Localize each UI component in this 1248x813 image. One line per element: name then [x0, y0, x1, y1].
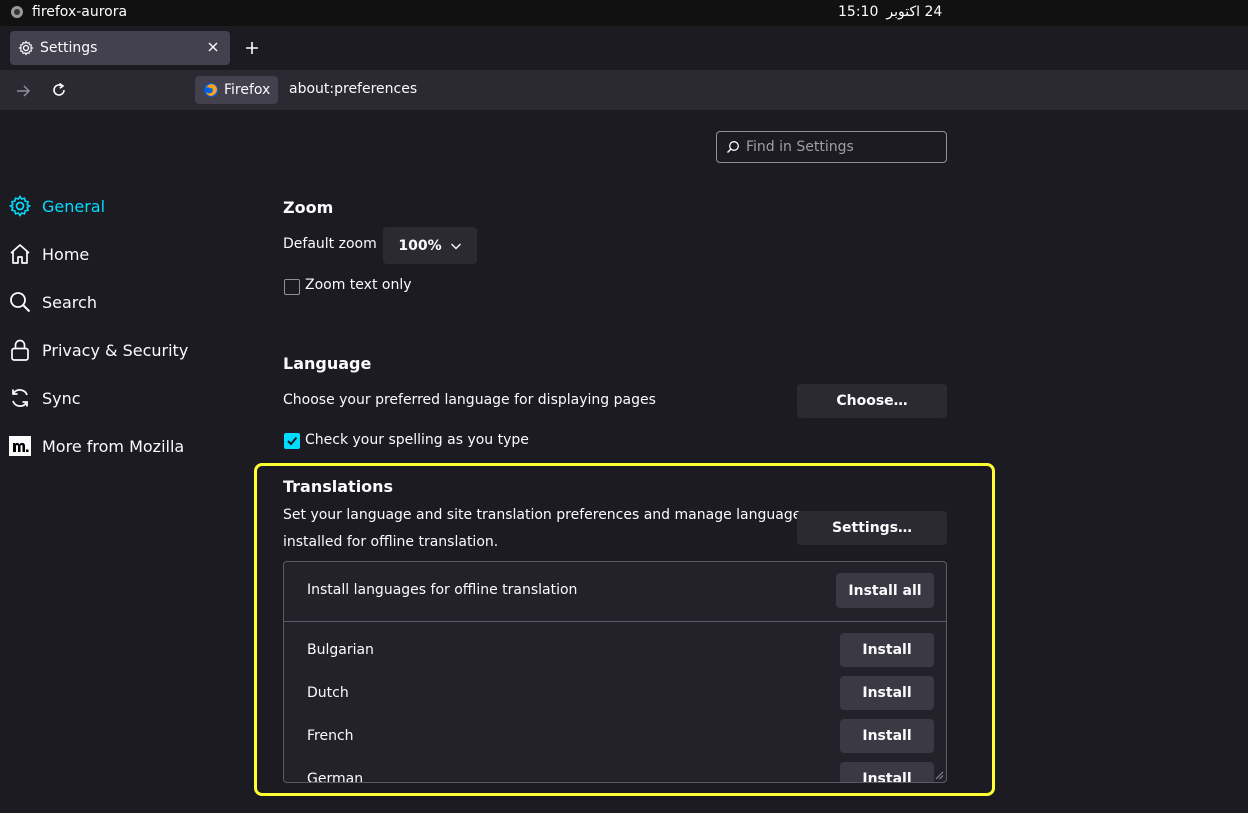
clock[interactable]: 15:10 24 اكتوبر — [838, 4, 942, 20]
language-name: German — [307, 771, 364, 783]
navigation-bar: Firefox about:preferences — [0, 70, 1248, 110]
translations-settings-button[interactable]: Settings… — [797, 511, 947, 545]
language-name: Bulgarian — [307, 642, 374, 658]
home-icon — [10, 244, 30, 264]
system-top-bar: firefox-aurora 15:10 24 اكتوبر — [0, 0, 1248, 26]
choose-language-button[interactable]: Choose… — [797, 384, 947, 418]
translations-description-line2: installed for offline translation. — [283, 534, 499, 550]
identity-box[interactable]: Firefox — [195, 76, 279, 104]
sidebar-item-sync[interactable]: Sync — [8, 383, 81, 413]
tab-title: Settings — [40, 40, 98, 56]
gear-icon — [18, 40, 34, 56]
install-french-button[interactable]: Install — [840, 719, 934, 753]
list-item: German Install — [284, 761, 946, 783]
sync-icon — [12, 389, 28, 407]
chevron-down-icon — [450, 243, 461, 249]
spell-check-checkbox[interactable] — [284, 433, 300, 449]
install-languages-label: Install languages for offline translatio… — [307, 582, 578, 598]
list-item: Dutch Install — [284, 675, 946, 718]
default-zoom-value: 100% — [398, 237, 442, 254]
sidebar-item-label: Sync — [42, 388, 81, 408]
search-icon — [10, 292, 31, 313]
list-item: French Install — [284, 718, 946, 761]
app-name: firefox-aurora — [32, 4, 128, 20]
sidebar-item-label: Home — [42, 244, 90, 264]
install-all-row: Install languages for offline translatio… — [284, 562, 946, 622]
sidebar-item-label: More from Mozilla — [42, 436, 185, 456]
sidebar-item-search[interactable]: Search — [8, 287, 97, 317]
resize-handle-icon[interactable] — [935, 771, 944, 780]
language-name: Dutch — [307, 685, 349, 701]
zoom-text-only-checkbox[interactable] — [284, 279, 300, 295]
sidebar-item-privacy-security[interactable]: Privacy & Security — [8, 335, 188, 365]
language-name: French — [307, 728, 354, 744]
tab-strip: Settings — [0, 26, 1248, 70]
sidebar-item-label: Search — [42, 292, 97, 312]
new-tab-icon[interactable] — [243, 39, 261, 57]
default-zoom-label: Default zoom — [283, 236, 377, 252]
offline-languages-panel: Install languages for offline translatio… — [283, 561, 947, 783]
translations-description-line1: Set your language and site translation p… — [283, 507, 809, 523]
install-german-button[interactable]: Install — [840, 762, 934, 782]
search-icon — [727, 141, 739, 153]
sidebar-item-more-from-mozilla[interactable]: More from Mozilla — [8, 431, 184, 461]
find-in-settings-input[interactable]: Find in Settings — [716, 131, 947, 163]
zoom-text-only-label: Zoom text only — [305, 277, 412, 293]
clock-time: 15:10 — [838, 4, 879, 20]
firefox-aurora-icon — [11, 6, 23, 18]
list-item: Bulgarian Install — [284, 632, 946, 675]
url-bar[interactable]: about:preferences — [289, 81, 417, 97]
gear-icon — [8, 195, 32, 217]
install-dutch-button[interactable]: Install — [840, 676, 934, 710]
sidebar-item-label: General — [42, 196, 106, 216]
spell-check-label: Check your spelling as you type — [305, 432, 529, 448]
sidebar-item-general[interactable]: General — [8, 191, 105, 221]
sidebar-item-label: Privacy & Security — [42, 340, 189, 360]
sidebar-item-home[interactable]: Home — [8, 239, 89, 269]
firefox-logo-icon — [204, 83, 218, 97]
tab-settings[interactable]: Settings — [10, 31, 230, 65]
install-bulgarian-button[interactable]: Install — [840, 633, 934, 667]
app-indicator[interactable]: firefox-aurora — [10, 4, 127, 20]
forward-icon[interactable] — [14, 82, 32, 100]
identity-label: Firefox — [224, 82, 271, 98]
reload-icon[interactable] — [50, 81, 68, 99]
language-heading: Language — [283, 354, 372, 373]
zoom-heading: Zoom — [283, 198, 334, 217]
clock-date: 24 اكتوبر — [886, 4, 943, 20]
default-zoom-select[interactable]: 100% — [383, 227, 477, 264]
checkmark-icon — [287, 436, 298, 446]
lock-icon — [11, 339, 29, 361]
language-description: Choose your preferred language for displ… — [283, 392, 656, 408]
close-icon[interactable] — [206, 40, 220, 54]
translations-heading: Translations — [283, 477, 394, 496]
mozilla-icon — [9, 436, 31, 456]
install-all-button[interactable]: Install all — [836, 573, 934, 608]
find-placeholder: Find in Settings — [746, 139, 854, 155]
